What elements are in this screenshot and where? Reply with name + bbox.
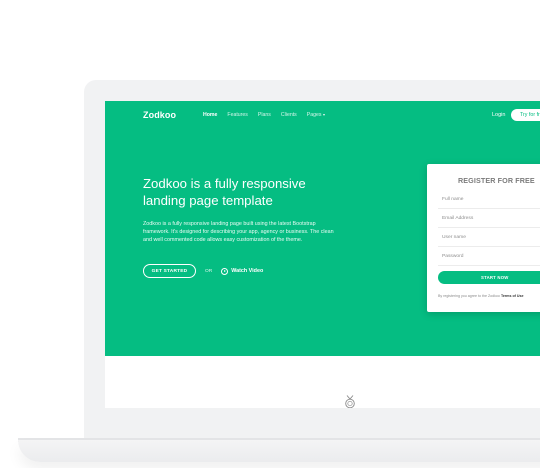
get-started-button[interactable]: GET STARTED	[143, 264, 196, 278]
start-now-button[interactable]: START NOW	[438, 271, 540, 284]
try-for-free-button[interactable]: Try for free	[511, 109, 540, 121]
full-name-field[interactable]: Full name	[438, 193, 540, 209]
hero-description: Zodkoo is a fully responsive landing pag…	[143, 221, 334, 243]
play-icon[interactable]	[221, 267, 229, 275]
laptop-screen: Zodkoo Home Features Plans Clients Pages…	[105, 101, 540, 408]
nav-item-home[interactable]: Home	[203, 112, 217, 118]
chevron-down-icon	[323, 113, 326, 116]
username-field[interactable]: User name	[438, 231, 540, 247]
laptop-base	[18, 440, 540, 462]
or-separator: OR	[205, 268, 213, 274]
email-field[interactable]: Email Address	[438, 212, 540, 228]
register-card: REGISTER FOR FREE Full name Email Addres…	[427, 164, 540, 312]
nav-item-plans[interactable]: Plans	[258, 112, 271, 118]
nav-item-pages[interactable]: Pages	[307, 112, 326, 118]
nav-item-pages-label: Pages	[306, 112, 322, 118]
login-link[interactable]: Login	[492, 112, 505, 118]
nav-item-clients[interactable]: Clients	[281, 112, 297, 118]
hero-section: Zodkoo Home Features Plans Clients Pages…	[105, 101, 540, 356]
hero-cta-row: GET STARTED OR Watch Video	[143, 264, 263, 278]
hero-headline: Zodkoo is a fully responsive landing pag…	[143, 176, 306, 208]
full-name-placeholder: Full name	[442, 197, 464, 202]
terms-prefix: By registering you agree to the Zodkoo	[438, 294, 500, 298]
brand-logo[interactable]: Zodkoo	[143, 110, 176, 120]
terms-of-use-link[interactable]: Terms of Use	[501, 294, 524, 298]
watch-video-link[interactable]: Watch Video	[231, 268, 263, 274]
register-title: REGISTER FOR FREE	[458, 176, 535, 185]
username-placeholder: User name	[442, 235, 466, 240]
password-field[interactable]: Password	[438, 250, 540, 266]
password-placeholder: Password	[442, 254, 464, 259]
terms-text: By registering you agree to the Zodkoo T…	[438, 294, 523, 298]
main-nav: Home Features Plans Clients Pages	[203, 112, 326, 118]
email-placeholder: Email Address	[442, 216, 474, 221]
nav-item-features[interactable]: Features	[227, 112, 247, 118]
award-icon	[345, 395, 355, 408]
